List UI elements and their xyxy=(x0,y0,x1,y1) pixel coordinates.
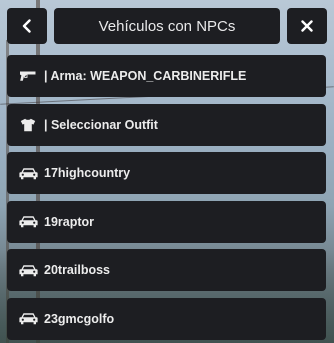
car-icon xyxy=(18,215,38,229)
menu-item-label: | Arma: WEAPON_CARBINERIFLE xyxy=(44,69,247,83)
menu-item-outfit[interactable]: | Seleccionar Outfit xyxy=(7,103,326,146)
menu-title: Vehículos con NPCs xyxy=(54,8,280,44)
menu-item-label: 19raptor xyxy=(44,214,95,229)
chevron-left-icon xyxy=(22,19,31,33)
menu-list: | Arma: WEAPON_CARBINERIFLE | Selecciona… xyxy=(7,55,326,343)
npc-vehicle-menu: Vehículos con NPCs | Arma: WEAPON_CARBIN… xyxy=(0,0,334,343)
pistol-icon xyxy=(18,69,38,83)
shirt-icon xyxy=(18,118,38,132)
car-icon xyxy=(18,263,38,277)
car-icon xyxy=(18,166,38,180)
menu-item-vehicle[interactable]: 23gmcgolfo xyxy=(7,297,326,340)
menu-item-label: | Seleccionar Outfit xyxy=(44,117,158,132)
menu-item-vehicle[interactable]: 20trailboss xyxy=(7,249,326,291)
menu-item-label: 20trailboss xyxy=(44,263,111,277)
menu-item-vehicle[interactable]: 19raptor xyxy=(7,200,326,243)
menu-header: Vehículos con NPCs xyxy=(7,8,327,44)
menu-item-weapon[interactable]: | Arma: WEAPON_CARBINERIFLE xyxy=(7,55,326,97)
car-icon xyxy=(18,312,38,326)
close-icon xyxy=(301,20,313,32)
close-button[interactable] xyxy=(287,8,327,44)
back-button[interactable] xyxy=(7,8,47,44)
menu-item-label: 17highcountry xyxy=(44,166,131,180)
menu-item-label: 23gmcgolfo xyxy=(44,311,115,326)
menu-item-vehicle[interactable]: 17highcountry xyxy=(7,152,326,194)
